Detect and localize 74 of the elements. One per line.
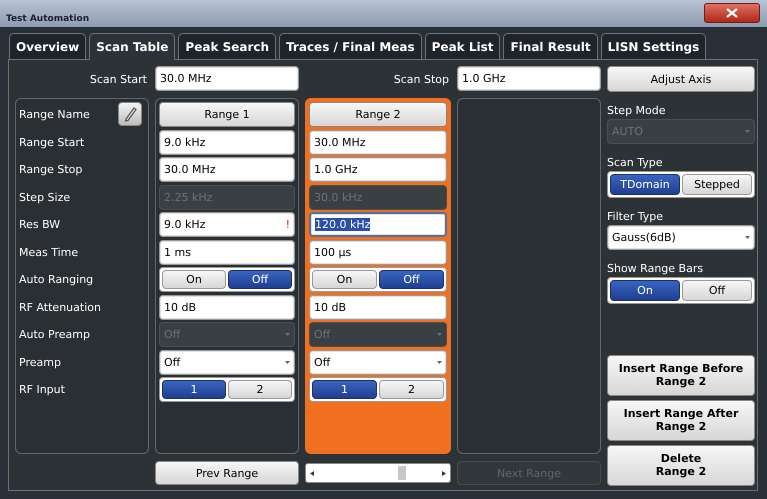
row-label: RF Input [19,383,66,396]
toggle-option[interactable]: TDomain [610,174,680,195]
edit-name-button[interactable] [118,102,142,126]
scroll-right-icon [442,470,446,476]
section-label: Step Mode [607,104,667,117]
section-label: Filter Type [607,210,664,223]
close-icon [726,8,738,18]
toggle-option[interactable]: On [162,270,226,289]
toggle-option[interactable]: Off [379,270,444,289]
scrollbar[interactable] [305,463,451,483]
input-field[interactable]: 30.0 MHz [159,157,295,182]
caret-icon [285,333,290,336]
tab[interactable]: Traces / Final Meas [279,33,422,59]
row-label: Meas Time [19,246,80,258]
input-field[interactable]: 1.0 GHz [457,66,601,91]
tab[interactable]: Peak Search [178,33,276,59]
range-action-button[interactable]: Insert Range After Range 2 [607,400,755,441]
field-label: Scan Start [88,72,148,86]
tab[interactable]: Overview [9,33,86,59]
scroll-left-icon [310,470,314,476]
range-name-button[interactable]: Range 1 [159,102,295,126]
toggle-option[interactable]: 2 [379,380,444,399]
input-field[interactable]: 1.0 GHz [309,157,447,182]
window-title: Test Automation [6,14,90,26]
toggle-option[interactable]: Off [228,270,292,289]
dropdown[interactable]: Off [309,350,447,374]
section-label: Scan Type [607,156,664,169]
toggle-option[interactable]: 1 [312,380,377,399]
input-field[interactable]: 100 µs [309,240,447,264]
row-label: Res BW [19,218,62,231]
toggle-option[interactable]: On [312,270,377,289]
input-field[interactable]: 10 dB [159,294,295,320]
pencil-icon [123,106,137,122]
range-name-button[interactable]: Range 2 [309,102,447,126]
caret-icon [745,130,750,133]
toggle-option[interactable]: Off [682,280,752,301]
row-label: Auto Ranging [19,273,94,286]
adjust-axis-button[interactable]: Adjust Axis [607,66,755,92]
toggle-option[interactable]: 1 [162,380,226,399]
section-label: Show Range Bars [607,262,704,275]
dropdown[interactable]: Gauss(6dB) [607,225,755,250]
range-action-button[interactable]: Delete Range 2 [607,445,755,486]
row-label: Step Size [19,190,72,204]
scroll-thumb[interactable] [398,466,406,480]
tab[interactable]: LISN Settings [600,33,706,59]
row-label: Preamp [19,356,62,368]
input-field[interactable]: 9.0 kHz [159,130,295,154]
row-label: Range Stop [19,163,84,176]
warning-mark: ! [286,218,290,231]
toggle-option[interactable]: On [610,280,680,301]
row-label: RF Attenuation [19,300,102,314]
caret-icon [437,360,442,364]
input-field[interactable]: 10 dB [309,294,447,320]
row-label: Range Name [19,108,91,120]
field-label: Scan Stop [392,72,450,86]
input-field[interactable]: 120.0 kHz [309,212,447,237]
tab[interactable]: Peak List [424,33,500,59]
row-label: Auto Preamp [19,328,91,341]
row-label: Range Start [19,136,86,148]
close-button[interactable] [704,3,760,23]
caret-icon [745,236,750,239]
caret-icon [285,360,290,364]
input-field[interactable]: 1 ms [159,240,295,264]
dropdown[interactable]: Off [159,350,295,374]
tab[interactable]: Scan Table [89,33,176,60]
range-action-button[interactable]: Insert Range Before Range 2 [607,355,755,396]
input-field[interactable]: 30.0 MHz [309,130,447,154]
prev-range-button[interactable]: Prev Range [155,461,299,485]
caret-icon [437,333,442,336]
toggle-option[interactable]: Stepped [682,174,752,195]
toggle-option[interactable]: 2 [228,380,292,399]
tab[interactable]: Final Result [503,33,598,59]
input-field[interactable]: 9.0 kHz ! [159,212,295,237]
input-field[interactable]: 30.0 MHz [155,66,299,91]
